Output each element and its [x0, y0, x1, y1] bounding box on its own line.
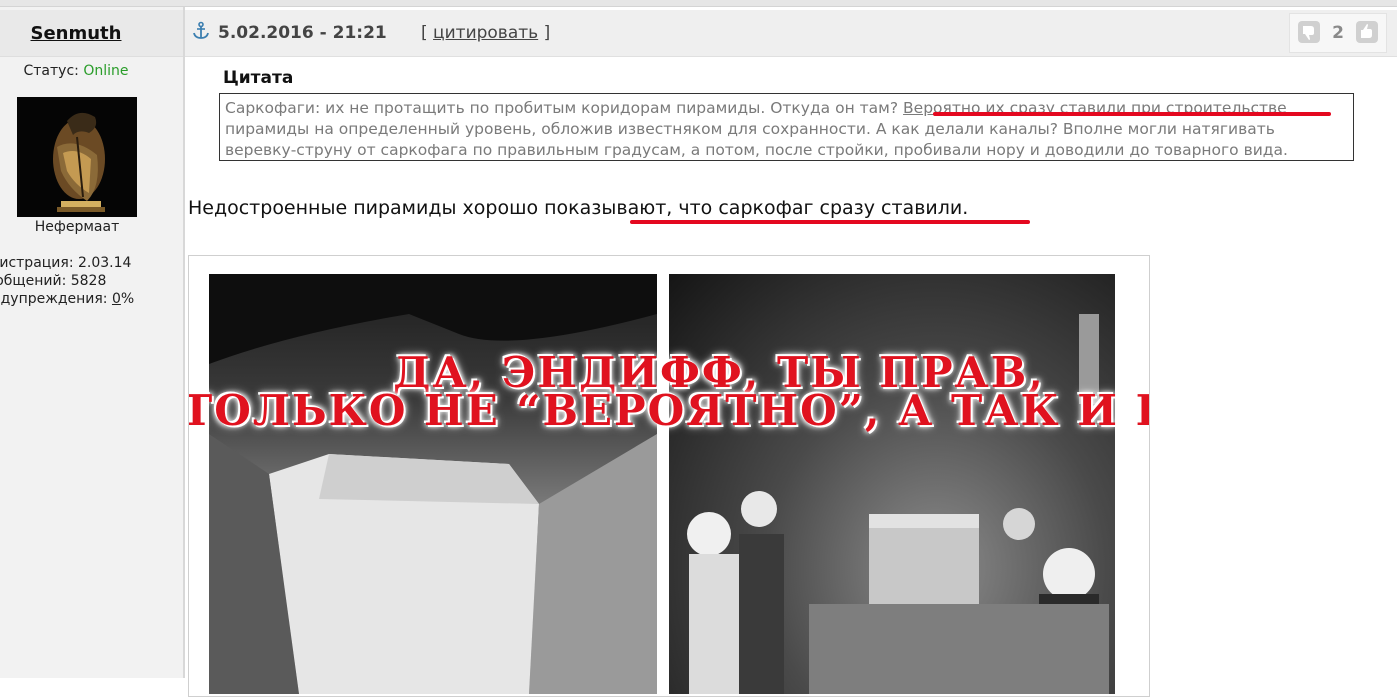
quote-action: [ цитировать ] — [421, 23, 550, 43]
red-underline-body — [630, 220, 1030, 224]
quote-title: Цитата — [223, 68, 294, 88]
post-header: 5.02.2016 - 21:21 [ цитировать ] 2 — [185, 10, 1397, 57]
sarcophagus-photo — [209, 274, 657, 694]
user-panel: Senmuth Статус: Online Нефермаат гистрац… — [0, 7, 183, 678]
post-rating: 2 — [1289, 13, 1387, 53]
quote-button[interactable]: цитировать — [433, 23, 538, 43]
username-link[interactable]: Senmuth — [0, 23, 152, 44]
top-border — [0, 0, 1397, 7]
user-status: Статус: Online — [0, 63, 152, 79]
post-body-text: Недостроенные пирамиды хорошо показывают… — [188, 197, 969, 219]
status-online: Online — [83, 63, 129, 79]
username-bar: Senmuth — [0, 10, 183, 57]
quote-bracket-close: ] — [538, 23, 551, 43]
stat-warnings-suffix: % — [120, 291, 135, 307]
avatar[interactable] — [17, 97, 137, 217]
stat-registration: гистрация: 2.03.14 — [0, 255, 132, 271]
panel-separator — [183, 7, 185, 678]
warnings-link[interactable]: 0 — [112, 291, 121, 307]
user-rank: Нефермаат — [34, 219, 120, 235]
quote-block: Саркофаги: их не протащить по пробитым к… — [219, 93, 1354, 161]
user-stats: гистрация: 2.03.14 юбщений: 5828 едупреж… — [0, 254, 134, 308]
quote-text-start: Саркофаги: их не протащить по пробитым к… — [225, 99, 904, 117]
falcon-avatar-image — [17, 97, 137, 217]
status-label: Статус: — [23, 63, 79, 79]
thumbs-up-icon[interactable] — [1356, 21, 1378, 43]
stat-posts: юбщений: 5828 — [0, 273, 107, 289]
stat-warnings: едупреждения: 0% — [0, 290, 134, 308]
excavation-photo — [669, 274, 1115, 694]
post-image[interactable]: ДА, ЭНДИФФ, ТЫ ПРАВ, ТОЛЬКО НЕ “ВЕРОЯТНО… — [188, 255, 1150, 697]
image-caption-line-2: ТОЛЬКО НЕ “ВЕРОЯТНО”, А ТАК И БЫЛО — [188, 386, 1149, 435]
post-date: 5.02.2016 - 21:21 — [218, 23, 387, 43]
anchor-icon[interactable] — [191, 21, 211, 41]
quote-bracket-open: [ — [421, 23, 434, 43]
stat-warnings-label: едупреждения: — [0, 291, 112, 307]
quote-text-end: пирамиды на определенный уровень, обложи… — [225, 120, 1288, 159]
red-underline-quote — [933, 112, 1331, 116]
